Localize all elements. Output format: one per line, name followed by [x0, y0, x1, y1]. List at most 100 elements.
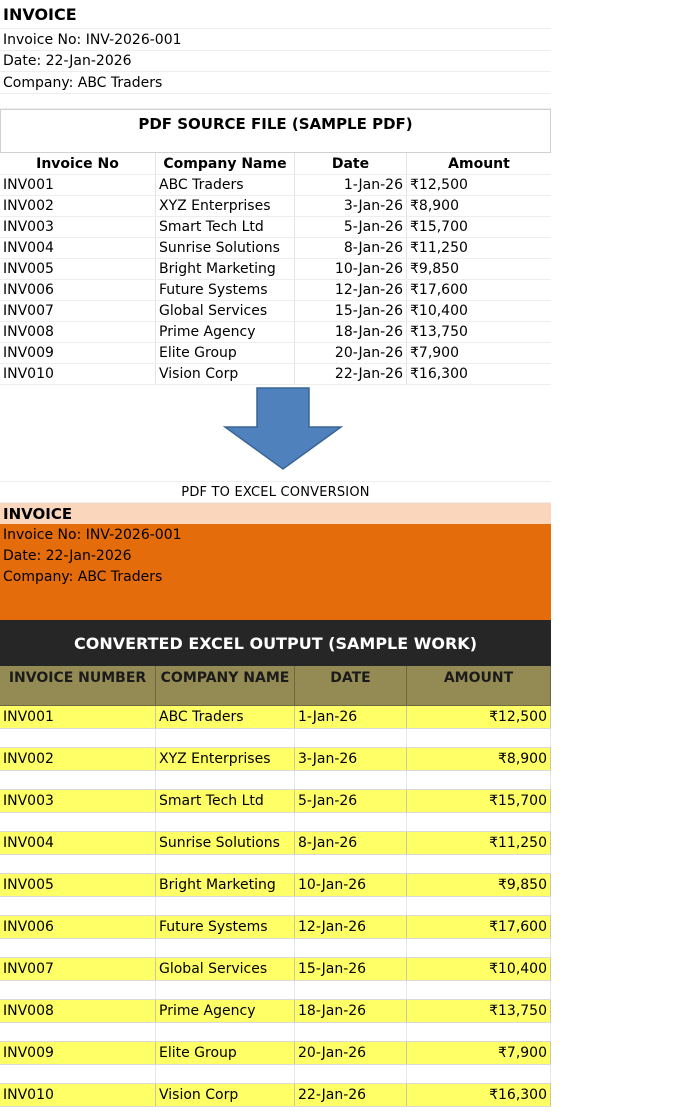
- excel-blank-cell[interactable]: [156, 981, 295, 999]
- excel-header-row[interactable]: INVOICE NUMBER COMPANY NAME DATE AMOUNT: [0, 666, 551, 706]
- pdf-cell-date: 1-Jan-26: [295, 175, 407, 195]
- excel-blank-row[interactable]: [0, 729, 551, 748]
- excel-blank-cell[interactable]: [156, 1023, 295, 1041]
- pdf-cell-date: 18-Jan-26: [295, 322, 407, 342]
- excel-blank-cell[interactable]: [0, 813, 156, 831]
- excel-blank-row[interactable]: [0, 981, 551, 1000]
- excel-blank-cell[interactable]: [156, 897, 295, 915]
- excel-blank-cell[interactable]: [0, 897, 156, 915]
- pdf-table-row[interactable]: INV006 Future Systems 12-Jan-26 ₹17,600: [0, 280, 551, 301]
- excel-blank-cell[interactable]: [295, 771, 407, 789]
- conversion-label: PDF TO EXCEL CONVERSION: [181, 484, 370, 500]
- excel-blank-cell[interactable]: [0, 855, 156, 873]
- excel-blank-cell[interactable]: [295, 1023, 407, 1041]
- excel-blank-cell[interactable]: [156, 813, 295, 831]
- excel-blank-row[interactable]: [0, 1065, 551, 1084]
- pdf-table-row[interactable]: INV004 Sunrise Solutions 8-Jan-26 ₹11,250: [0, 238, 551, 259]
- excel-blank-cell[interactable]: [407, 855, 551, 873]
- excel-blank-row[interactable]: [0, 813, 551, 832]
- excel-table-row[interactable]: INV010 Vision Corp 22-Jan-26 ₹16,300: [0, 1084, 551, 1107]
- excel-blank-cell[interactable]: [407, 897, 551, 915]
- pdf-source-title-row[interactable]: PDF SOURCE FILE (SAMPLE PDF): [0, 109, 551, 153]
- excel-cell-date: 1-Jan-26: [295, 706, 407, 728]
- invoice-company-row[interactable]: Company: ABC Traders: [0, 72, 551, 94]
- pdf-cell-invoice-no: INV004: [0, 238, 156, 258]
- excel-blank-cell[interactable]: [295, 729, 407, 747]
- excel-blank-cell[interactable]: [295, 1065, 407, 1083]
- excel-table-row[interactable]: INV009 Elite Group 20-Jan-26 ₹7,900: [0, 1042, 551, 1065]
- excel-cell-amount: ₹8,900: [407, 748, 551, 770]
- excel-table-row[interactable]: INV002 XYZ Enterprises 3-Jan-26 ₹8,900: [0, 748, 551, 771]
- excel-blank-cell[interactable]: [0, 729, 156, 747]
- pdf-table-row[interactable]: INV009 Elite Group 20-Jan-26 ₹7,900: [0, 343, 551, 364]
- pdf-cell-company: Vision Corp: [156, 364, 295, 384]
- excel-blank-cell[interactable]: [0, 981, 156, 999]
- pdf-table-row[interactable]: INV001 ABC Traders 1-Jan-26 ₹12,500: [0, 175, 551, 196]
- excel-cell-amount: ₹12,500: [407, 706, 551, 728]
- converted-invoice-company-row[interactable]: Company: ABC Traders: [0, 566, 551, 588]
- excel-header-company-name: COMPANY NAME: [156, 666, 295, 705]
- pdf-table-row[interactable]: INV010 Vision Corp 22-Jan-26 ₹16,300: [0, 364, 551, 385]
- excel-blank-cell[interactable]: [0, 1023, 156, 1041]
- excel-blank-cell[interactable]: [295, 939, 407, 957]
- invoice-date-row[interactable]: Date: 22-Jan-2026: [0, 51, 551, 72]
- excel-table-row[interactable]: INV003 Smart Tech Ltd 5-Jan-26 ₹15,700: [0, 790, 551, 813]
- converted-invoice-date: Date: 22-Jan-2026: [3, 547, 132, 564]
- excel-blank-cell[interactable]: [156, 939, 295, 957]
- excel-blank-row[interactable]: [0, 939, 551, 958]
- pdf-cell-company: XYZ Enterprises: [156, 196, 295, 216]
- pdf-header-row[interactable]: Invoice No Company Name Date Amount: [0, 153, 551, 175]
- excel-blank-row[interactable]: [0, 897, 551, 916]
- spacer-row[interactable]: [0, 94, 551, 109]
- excel-cell-amount: ₹17,600: [407, 916, 551, 938]
- excel-blank-cell[interactable]: [0, 1065, 156, 1083]
- excel-blank-cell[interactable]: [295, 855, 407, 873]
- pdf-table-row[interactable]: INV003 Smart Tech Ltd 5-Jan-26 ₹15,700: [0, 217, 551, 238]
- pdf-cell-amount: ₹13,750: [410, 324, 468, 340]
- excel-blank-row[interactable]: [0, 1023, 551, 1042]
- excel-table-row[interactable]: INV001 ABC Traders 1-Jan-26 ₹12,500: [0, 706, 551, 729]
- pdf-cell-amount: ₹9,850: [410, 261, 459, 277]
- excel-table-row[interactable]: INV004 Sunrise Solutions 8-Jan-26 ₹11,250: [0, 832, 551, 855]
- excel-blank-cell[interactable]: [407, 981, 551, 999]
- excel-blank-cell[interactable]: [407, 729, 551, 747]
- excel-blank-cell[interactable]: [0, 939, 156, 957]
- excel-table-row[interactable]: INV008 Prime Agency 18-Jan-26 ₹13,750: [0, 1000, 551, 1023]
- excel-blank-cell[interactable]: [407, 939, 551, 957]
- pdf-cell-company: Sunrise Solutions: [156, 238, 295, 258]
- excel-output-title-row[interactable]: CONVERTED EXCEL OUTPUT (SAMPLE WORK): [0, 620, 551, 666]
- invoice-no-row[interactable]: Invoice No: INV-2026-001: [0, 29, 551, 51]
- excel-blank-cell[interactable]: [407, 1065, 551, 1083]
- converted-invoice-date-row[interactable]: Date: 22-Jan-2026: [0, 545, 551, 566]
- pdf-table-row[interactable]: INV002 XYZ Enterprises 3-Jan-26 ₹8,900: [0, 196, 551, 217]
- pdf-table-row[interactable]: INV007 Global Services 15-Jan-26 ₹10,400: [0, 301, 551, 322]
- excel-blank-cell[interactable]: [295, 981, 407, 999]
- conversion-label-row[interactable]: PDF TO EXCEL CONVERSION: [0, 482, 551, 503]
- excel-blank-cell[interactable]: [407, 1023, 551, 1041]
- excel-blank-row[interactable]: [0, 771, 551, 790]
- excel-blank-cell[interactable]: [156, 1065, 295, 1083]
- pdf-table-row[interactable]: INV008 Prime Agency 18-Jan-26 ₹13,750: [0, 322, 551, 343]
- excel-table-row[interactable]: INV006 Future Systems 12-Jan-26 ₹17,600: [0, 916, 551, 939]
- excel-cell-invoice-number: INV001: [0, 706, 156, 728]
- excel-table-row[interactable]: INV005 Bright Marketing 10-Jan-26 ₹9,850: [0, 874, 551, 897]
- excel-cell-invoice-number: INV002: [0, 748, 156, 770]
- excel-cell-invoice-number: INV009: [0, 1042, 156, 1064]
- excel-blank-cell[interactable]: [407, 771, 551, 789]
- excel-blank-cell[interactable]: [407, 813, 551, 831]
- excel-blank-cell[interactable]: [295, 813, 407, 831]
- excel-table-row[interactable]: INV007 Global Services 15-Jan-26 ₹10,400: [0, 958, 551, 981]
- excel-blank-cell[interactable]: [156, 729, 295, 747]
- pdf-cell-invoice-no: INV003: [0, 217, 156, 237]
- pdf-table-row[interactable]: INV005 Bright Marketing 10-Jan-26 ₹9,850: [0, 259, 551, 280]
- excel-blank-row[interactable]: [0, 855, 551, 874]
- excel-blank-cell[interactable]: [295, 897, 407, 915]
- converted-invoice-no-row[interactable]: Invoice No: INV-2026-001: [0, 524, 551, 545]
- invoice-title-row[interactable]: INVOICE: [0, 0, 551, 29]
- excel-blank-cell[interactable]: [156, 855, 295, 873]
- pdf-cell-date: 12-Jan-26: [295, 280, 407, 300]
- converted-invoice-title-row[interactable]: INVOICE: [0, 503, 551, 524]
- excel-blank-cell[interactable]: [0, 771, 156, 789]
- excel-blank-cell[interactable]: [156, 771, 295, 789]
- excel-cell-invoice-number: INV003: [0, 790, 156, 812]
